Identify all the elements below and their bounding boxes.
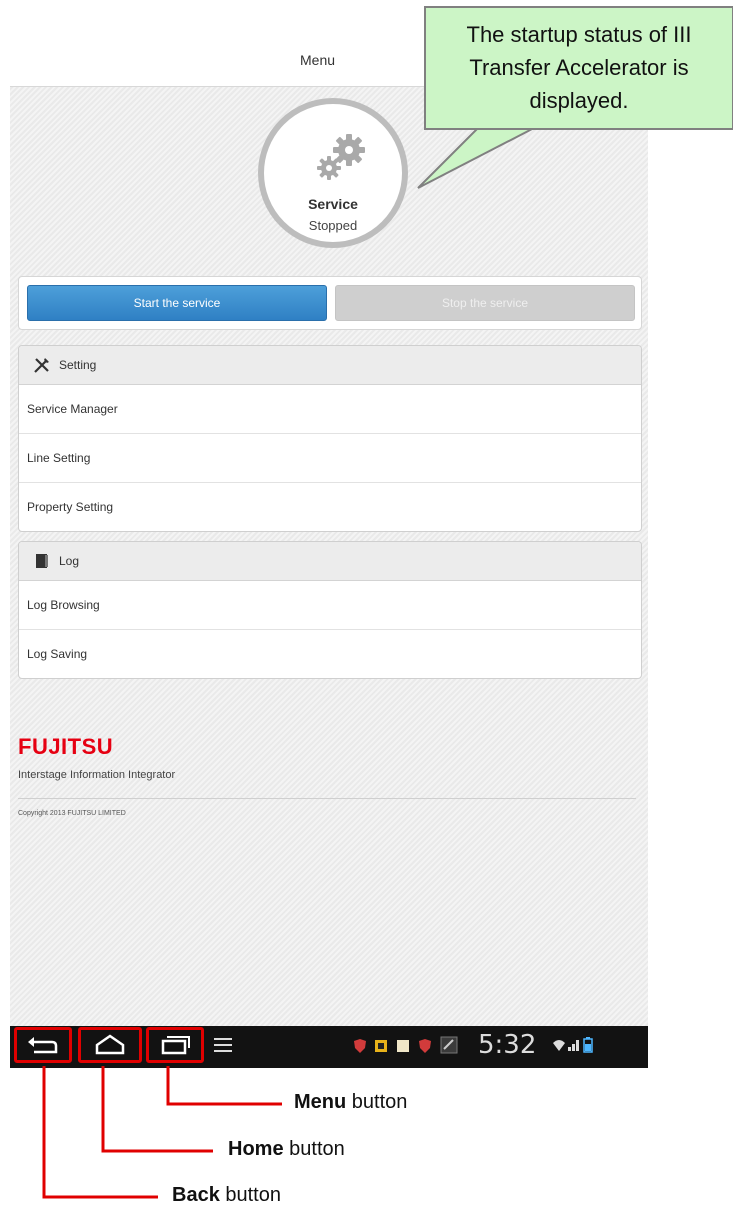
signal-icon [568, 1040, 579, 1051]
app-notification-icon [375, 1040, 387, 1052]
callout-line-3: displayed. [529, 88, 629, 113]
callout-line-1: The startup status of III [466, 22, 692, 47]
app-screen: Menu Service Stopped Start the service S… [10, 0, 648, 1068]
service-actions: Start the service Stop the service [18, 276, 642, 330]
back-label-rest: button [219, 1184, 281, 1206]
recent-apps-icon [161, 1036, 190, 1055]
clock: 5:32 [478, 1030, 537, 1060]
log-book-icon [36, 554, 48, 568]
callout-line-2: Transfer Accelerator is [469, 55, 689, 80]
log-header: Log [19, 542, 641, 581]
tools-icon [34, 358, 49, 373]
recent-apps-button[interactable] [146, 1027, 204, 1063]
product-name: Interstage Information Integrator [18, 769, 176, 781]
gears-icon [317, 134, 365, 180]
service-state: Stopped [308, 218, 358, 233]
menu-item-log-browsing[interactable]: Log Browsing [19, 581, 641, 630]
back-icon [28, 1037, 58, 1054]
menu-item-log-saving[interactable]: Log Saving [19, 630, 641, 678]
sync-notification-icon [440, 1036, 458, 1054]
shield-notification-icon-2 [419, 1039, 431, 1053]
menu-label-bold: Menu [294, 1091, 347, 1113]
log-section: Log Log Browsing Log Saving [18, 541, 642, 679]
back-button[interactable] [14, 1027, 72, 1063]
setting-header: Setting [19, 346, 641, 385]
copyright-text: Copyright 2013 FUJITSU LIMITED [18, 810, 126, 817]
menu-item-line-setting[interactable]: Line Setting [19, 434, 641, 483]
start-service-button[interactable]: Start the service [27, 285, 327, 321]
annotation-lines [42, 1066, 282, 1199]
back-button-label: Back button [172, 1184, 281, 1207]
overflow-menu-icon[interactable] [213, 1036, 233, 1054]
battery-icon [583, 1037, 593, 1053]
wifi-icon [553, 1040, 565, 1051]
stop-service-button[interactable]: Stop the service [335, 285, 635, 321]
setting-title: Setting [59, 358, 97, 372]
status-callout: The startup status of III Transfer Accel… [424, 6, 733, 130]
footer-divider [18, 798, 636, 799]
home-button[interactable] [78, 1027, 142, 1063]
service-status-indicator: Service Stopped [258, 98, 408, 248]
home-button-label: Home button [228, 1138, 345, 1161]
file-notification-icon [397, 1040, 409, 1052]
log-title: Log [59, 554, 80, 568]
menu-item-property-setting[interactable]: Property Setting [19, 483, 641, 531]
home-label-rest: button [283, 1138, 345, 1160]
service-label: Service [308, 196, 358, 212]
menu-button-label: Menu button [294, 1091, 407, 1114]
menu-item-service-manager[interactable]: Service Manager [19, 385, 641, 434]
menu-label-rest: button [346, 1091, 408, 1113]
home-label-bold: Home [228, 1138, 284, 1160]
setting-section: Setting Service Manager Line Setting Pro… [18, 345, 642, 532]
shield-notification-icon [354, 1039, 366, 1053]
back-label-bold: Back [172, 1184, 220, 1206]
home-icon [95, 1034, 125, 1055]
page-title: Menu [300, 52, 336, 68]
fujitsu-logo: FUJITSU [18, 734, 114, 759]
